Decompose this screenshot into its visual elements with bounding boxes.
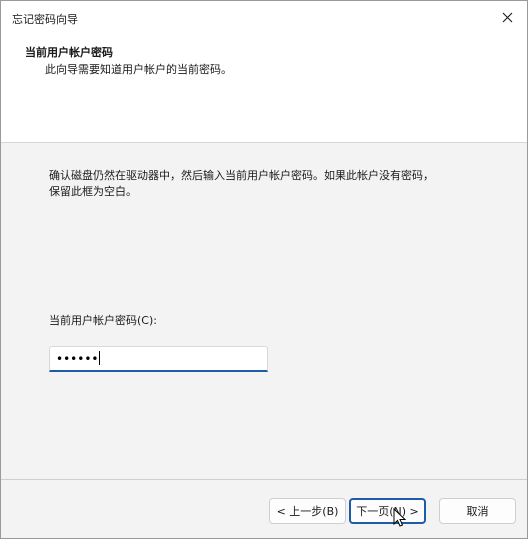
cancel-button[interactable]: 取消 <box>439 498 516 524</box>
text-cursor-icon <box>393 508 407 527</box>
close-icon <box>502 12 512 23</box>
password-mask: •••••• <box>56 352 99 366</box>
password-label: 当前用户帐户密码(C): <box>49 314 157 327</box>
text-caret <box>99 351 101 365</box>
header-subtitle: 此向导需要知道用户帐户的当前密码。 <box>45 63 232 76</box>
wizard-header: 当前用户帐户密码 此向导需要知道用户帐户的当前密码。 <box>1 34 527 143</box>
footer-divider <box>1 479 527 480</box>
next-button[interactable]: 下一页(N) > <box>349 498 426 524</box>
close-button[interactable] <box>487 1 527 34</box>
wizard-content: 确认磁盘仍然在驱动器中，然后输入当前用户帐户密码。如果此帐户没有密码， 保留此框… <box>1 143 527 479</box>
back-button[interactable]: < 上一步(B) <box>269 498 346 524</box>
header-title: 当前用户帐户密码 <box>25 46 113 59</box>
instruction-line-1: 确认磁盘仍然在驱动器中，然后输入当前用户帐户密码。如果此帐户没有密码， <box>49 169 434 182</box>
forgot-password-wizard-dialog: 忘记密码向导 当前用户帐户密码 此向导需要知道用户帐户的当前密码。 确认磁盘仍然… <box>0 0 528 539</box>
instructions: 确认磁盘仍然在驱动器中，然后输入当前用户帐户密码。如果此帐户没有密码， 保留此框… <box>49 168 449 200</box>
window-title: 忘记密码向导 <box>12 13 78 26</box>
instruction-line-2: 保留此框为空白。 <box>49 185 137 198</box>
password-input[interactable]: •••••• <box>49 346 268 372</box>
title-bar: 忘记密码向导 <box>1 1 527 34</box>
